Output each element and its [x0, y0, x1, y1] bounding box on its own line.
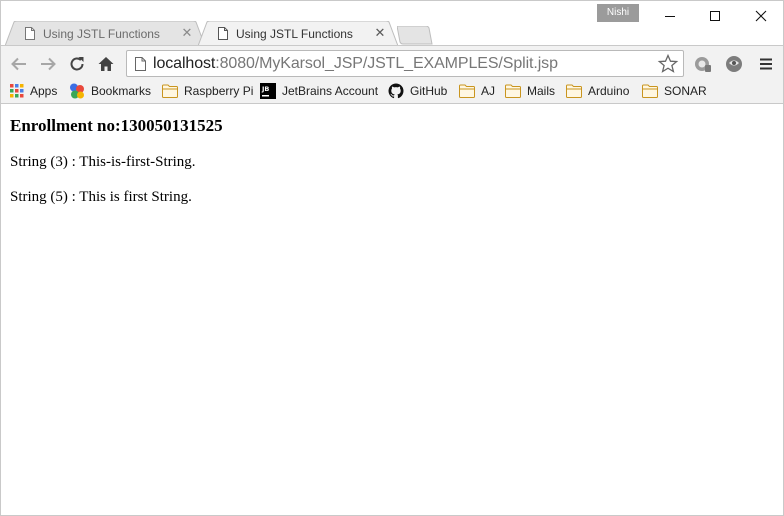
url-path: :8080/MyKarsol_JSP/JSTL_EXAMPLES/Split.j…	[215, 55, 558, 72]
home-button[interactable]	[94, 52, 118, 76]
bookmark-jetbrains-account[interactable]: JB JetBrains Account	[260, 82, 378, 100]
maximize-button[interactable]	[692, 1, 738, 31]
extension-icon	[726, 56, 742, 72]
reload-icon	[70, 57, 84, 71]
address-bar[interactable]: localhost:8080/MyKarsol_JSP/JSTL_EXAMPLE…	[126, 50, 684, 77]
new-tab-button[interactable]	[397, 26, 433, 45]
google-bookmarks-icon	[70, 83, 84, 99]
page-icon	[218, 27, 228, 40]
page-icon	[135, 57, 146, 71]
url-host: localhost	[153, 55, 216, 72]
bookmark-label: Bookmarks	[91, 84, 152, 98]
bookmark-label: Raspberry Pi	[184, 84, 254, 98]
tab-strip: Using JSTL Functions ✕ Using JSTL Functi…	[1, 1, 783, 46]
page-icon	[25, 27, 35, 40]
back-arrow-icon	[11, 57, 26, 71]
bookmark-arduino[interactable]: Arduino	[566, 82, 629, 100]
url-text[interactable]: localhost:8080/MyKarsol_JSP/JSTL_EXAMPLE…	[153, 55, 558, 73]
profile-badge[interactable]: Nishi	[597, 4, 639, 22]
github-icon	[388, 83, 404, 99]
forward-arrow-icon	[41, 57, 56, 71]
bookmark-aj[interactable]: AJ	[459, 82, 495, 100]
result-line: String (3) : This-is-first-String.	[10, 154, 196, 170]
menu-button[interactable]	[754, 52, 778, 76]
folder-icon	[566, 84, 582, 98]
tab-title: Using JSTL Functions	[43, 26, 160, 41]
extension-button[interactable]	[691, 52, 715, 76]
bookmark-raspberry-pi[interactable]: Raspberry Pi	[162, 82, 253, 100]
folder-icon	[162, 84, 178, 98]
bookmark-github[interactable]: GitHub	[388, 82, 447, 100]
maximize-icon	[710, 11, 720, 21]
folder-icon	[642, 84, 658, 98]
hamburger-menu-icon	[760, 58, 772, 70]
bookmark-label: Apps	[30, 84, 58, 98]
close-tab-icon[interactable]: ✕	[374, 26, 386, 39]
close-tab-icon[interactable]: ✕	[181, 26, 193, 39]
bookmark-mails[interactable]: Mails	[505, 82, 555, 100]
back-button[interactable]	[7, 52, 31, 76]
page-content: Enrollment no:130050131525 String (3) : …	[1, 105, 783, 515]
bookmark-label: GitHub	[410, 84, 448, 98]
minimize-button[interactable]	[647, 1, 693, 31]
forward-button[interactable]	[36, 52, 60, 76]
home-icon	[98, 57, 114, 71]
bookmark-apps[interactable]: Apps	[10, 82, 57, 100]
extension-icon	[695, 57, 711, 72]
svg-text:JB: JB	[261, 85, 269, 93]
tab-title: Using JSTL Functions	[236, 26, 353, 41]
bookmark-sonar[interactable]: SONAR	[642, 82, 707, 100]
tab-active[interactable]: Using JSTL Functions ✕	[198, 21, 398, 46]
bookmark-label: AJ	[481, 84, 496, 98]
page-heading: Enrollment no:130050131525	[10, 116, 223, 135]
browser-toolbar: localhost:8080/MyKarsol_JSP/JSTL_EXAMPLE…	[1, 45, 783, 79]
close-icon	[755, 10, 767, 22]
bookmark-label: Mails	[527, 84, 556, 98]
extension-button[interactable]	[722, 52, 746, 76]
close-window-button[interactable]	[738, 1, 783, 31]
folder-icon	[459, 84, 475, 98]
tab-inactive[interactable]: Using JSTL Functions ✕	[5, 21, 205, 46]
bookmark-label: Arduino	[588, 84, 630, 98]
bookmark-label: SONAR	[664, 84, 707, 98]
folder-icon	[505, 84, 521, 98]
result-line: String (5) : This is first String.	[10, 189, 192, 205]
bookmark-bookmarks[interactable]: Bookmarks	[69, 82, 151, 100]
bookmarks-bar: Apps Bookmarks Raspberry Pi JB JetBrains…	[1, 79, 783, 104]
browser-window: Using JSTL Functions ✕ Using JSTL Functi…	[0, 0, 784, 516]
apps-grid-icon	[10, 84, 24, 98]
bookmark-label: JetBrains Account	[282, 84, 379, 98]
bookmark-star-icon[interactable]	[657, 53, 679, 75]
minimize-icon	[665, 16, 675, 17]
jetbrains-icon: JB	[260, 83, 276, 99]
reload-button[interactable]	[65, 52, 89, 76]
